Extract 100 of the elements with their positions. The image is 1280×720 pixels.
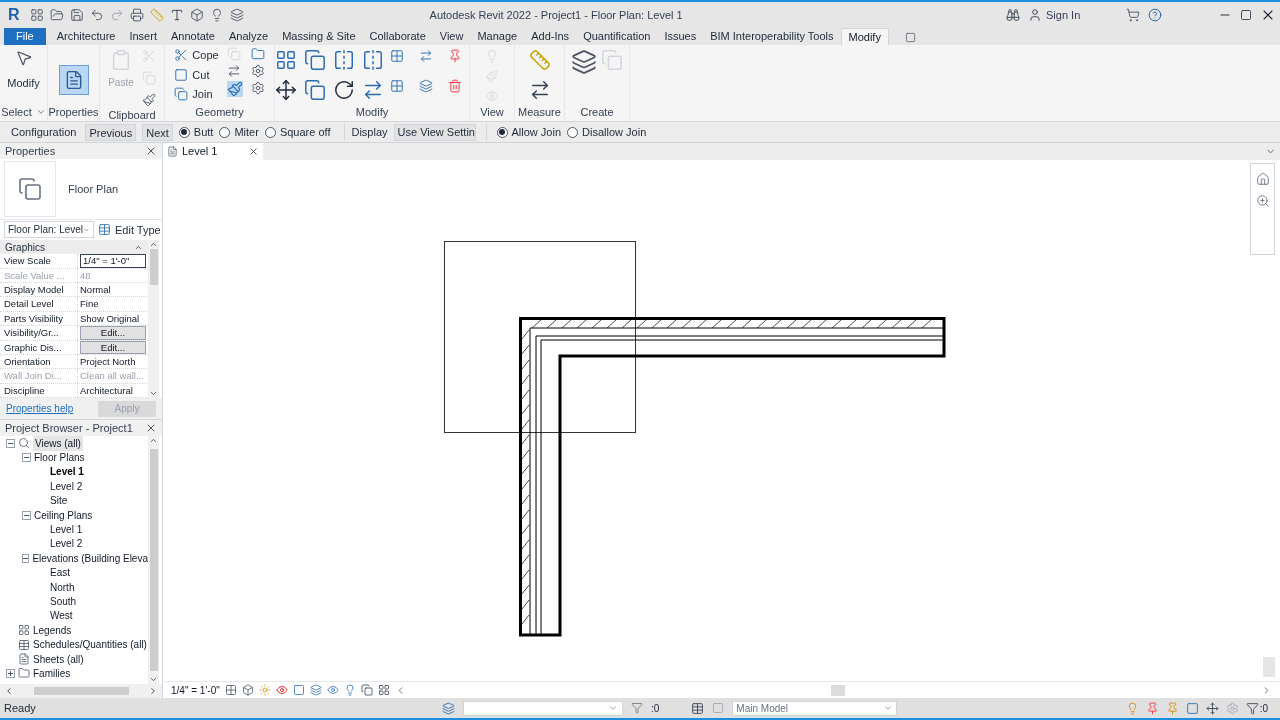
- properties-button[interactable]: [58, 65, 89, 95]
- folder-icon[interactable]: [250, 47, 265, 61]
- tree-item[interactable]: Schedules/Quantities (all): [33, 637, 147, 653]
- tool-button[interactable]: Cope: [174, 47, 219, 64]
- tool-button[interactable]: Join: [174, 86, 219, 103]
- scroll-down-icon[interactable]: [149, 675, 158, 684]
- delete-icon[interactable]: [448, 79, 463, 93]
- layers-icon[interactable]: [229, 8, 244, 22]
- array-icon[interactable]: [390, 79, 405, 93]
- edit-type-button[interactable]: Edit Type: [98, 221, 161, 239]
- collapse-toggle[interactable]: [22, 453, 31, 463]
- lightbulb-icon[interactable]: [343, 684, 356, 696]
- tree-item[interactable]: Families: [33, 665, 71, 681]
- print-icon[interactable]: [129, 8, 144, 22]
- measure-icon[interactable]: [528, 49, 551, 71]
- tree-item[interactable]: Views (all): [33, 436, 83, 451]
- expand-toggle[interactable]: [6, 668, 15, 678]
- radio-button[interactable]: Allow Join: [496, 123, 562, 141]
- ribbon-tab[interactable]: Modify: [840, 28, 889, 45]
- radio-button[interactable]: Butt: [178, 123, 214, 141]
- binoculars-icon[interactable]: [1006, 8, 1020, 22]
- tree-item[interactable]: Level 1: [50, 464, 84, 480]
- option-button[interactable]: Next: [142, 123, 173, 141]
- ribbon-tab[interactable]: Manage: [470, 28, 525, 45]
- cart-icon[interactable]: [1126, 8, 1140, 22]
- hide-icon[interactable]: [326, 684, 339, 696]
- option-button[interactable]: Configuration: [8, 123, 80, 141]
- paint-icon[interactable]: [226, 81, 243, 97]
- tree-item[interactable]: Sheets (all): [33, 651, 84, 667]
- tree-item[interactable]: West: [50, 608, 73, 624]
- move-icon[interactable]: [275, 79, 297, 101]
- ribbon-tab[interactable]: Architecture: [49, 28, 123, 45]
- detail-level-icon[interactable]: [224, 684, 237, 696]
- ribbon-tab[interactable]: Add-Ins: [524, 28, 577, 45]
- close-icon[interactable]: [145, 145, 157, 157]
- help-icon[interactable]: [1148, 8, 1162, 22]
- scrollbar[interactable]: [148, 240, 159, 399]
- filter-icon[interactable]: [1245, 701, 1259, 715]
- settings-icon[interactable]: [250, 64, 265, 78]
- collapse-toggle[interactable]: [22, 510, 31, 520]
- open-icon[interactable]: [49, 8, 64, 22]
- ribbon-tab[interactable]: Insert: [122, 28, 164, 45]
- visual-style-icon[interactable]: [241, 684, 254, 696]
- split-icon[interactable]: [419, 49, 434, 63]
- scrollbar-thumb[interactable]: [830, 684, 845, 696]
- option-button[interactable]: Previous: [85, 123, 137, 141]
- sun-path-icon[interactable]: [258, 684, 271, 696]
- text-icon[interactable]: [169, 8, 184, 22]
- model-dropdown[interactable]: Main Model: [732, 700, 898, 716]
- tree-item[interactable]: Level 2: [50, 536, 83, 552]
- navigation-bar[interactable]: [1250, 163, 1275, 255]
- ribbon-tab[interactable]: Issues: [657, 28, 704, 45]
- close-icon[interactable]: [248, 146, 259, 157]
- modify-button[interactable]: Modify: [7, 45, 40, 103]
- split-icon[interactable]: [226, 64, 241, 78]
- tree-item[interactable]: East: [50, 565, 70, 581]
- property-input[interactable]: 1/4" = 1'-0": [80, 254, 146, 268]
- workset-icon[interactable]: [442, 701, 455, 715]
- tree-item[interactable]: North: [50, 579, 75, 595]
- mirror-draw-icon[interactable]: [361, 49, 384, 71]
- edit-button[interactable]: Edit...: [80, 340, 146, 355]
- crop-icon[interactable]: [292, 684, 305, 696]
- drag-icon[interactable]: [1205, 701, 1219, 715]
- app-logo[interactable]: R: [4, 7, 24, 23]
- scrollbar-thumb[interactable]: [33, 687, 129, 695]
- ribbon-tab[interactable]: File: [4, 28, 46, 45]
- save-icon[interactable]: [69, 8, 84, 22]
- document-tab[interactable]: Level 1: [163, 143, 263, 160]
- tree-item[interactable]: Site: [50, 493, 68, 509]
- brush-icon[interactable]: [141, 93, 156, 107]
- cube-icon[interactable]: [189, 8, 204, 22]
- maximize-icon[interactable]: [1240, 9, 1252, 21]
- dropdown-icon[interactable]: [35, 107, 46, 117]
- tree-item[interactable]: Floor Plans: [34, 450, 85, 466]
- scrollbar[interactable]: [0, 684, 162, 698]
- ribbon-tab[interactable]: Annotate: [163, 28, 222, 45]
- tool-button[interactable]: Cut: [174, 66, 219, 83]
- radio-button[interactable]: Square off: [264, 123, 331, 141]
- collapse-toggle[interactable]: [22, 553, 30, 563]
- type-selector[interactable]: Floor Plan: Level: [4, 221, 94, 239]
- grid-icon[interactable]: [390, 49, 405, 63]
- edit-button[interactable]: Edit...: [80, 326, 146, 340]
- scrollbar-thumb[interactable]: [149, 449, 158, 671]
- scroll-up-icon[interactable]: [149, 436, 158, 445]
- collapse-toggle[interactable]: [6, 438, 15, 448]
- zoom-icon[interactable]: [1255, 194, 1270, 208]
- undo-icon[interactable]: [89, 8, 104, 22]
- ribbon-tab[interactable]: Collaborate: [362, 28, 433, 45]
- ribbon-tab[interactable]: Quantification: [576, 28, 658, 45]
- radio-button[interactable]: Disallow Join: [567, 123, 647, 141]
- rotate-icon[interactable]: [332, 79, 355, 101]
- ribbon-tab[interactable]: View: [432, 28, 471, 45]
- tree-item[interactable]: Ceiling Plans: [34, 507, 93, 523]
- tree-item[interactable]: Level 2: [50, 478, 83, 494]
- radio-button[interactable]: Miter: [219, 123, 259, 141]
- view-scale[interactable]: 1/4" = 1'-0": [171, 682, 220, 698]
- tree-item[interactable]: Legends: [33, 622, 72, 638]
- scrollbar[interactable]: [1263, 657, 1275, 677]
- ribbon-tab[interactable]: Massing & Site: [275, 28, 363, 45]
- unpin-icon[interactable]: [448, 49, 463, 63]
